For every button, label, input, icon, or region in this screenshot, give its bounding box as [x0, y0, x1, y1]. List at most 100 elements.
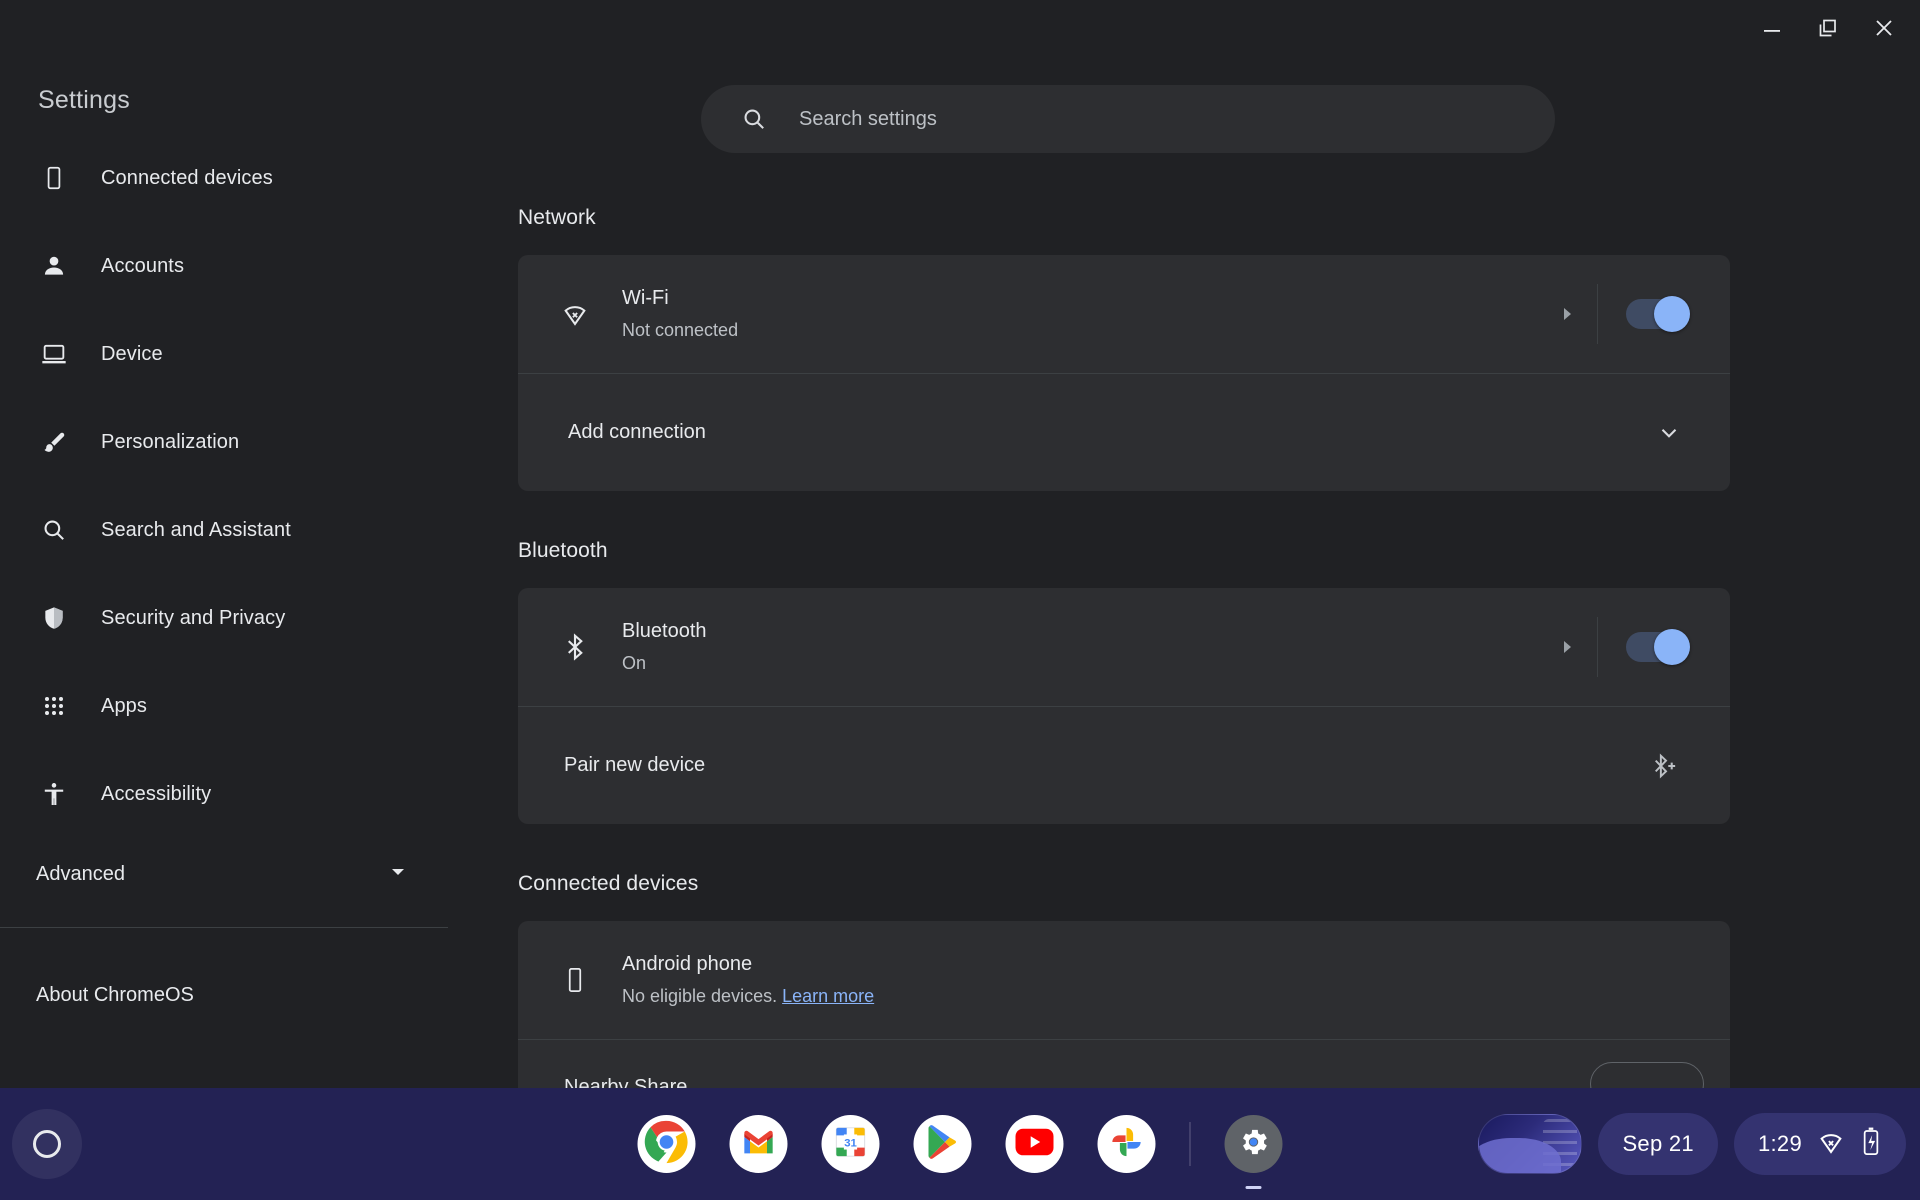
gmail-icon [742, 1129, 776, 1160]
add-connection-label: Add connection [568, 421, 706, 443]
page-title: Settings [0, 86, 448, 115]
sidebar-item-accounts[interactable]: Accounts [0, 241, 448, 291]
search-icon [34, 517, 74, 543]
bluetooth-subpage-arrow-icon[interactable] [1543, 639, 1591, 655]
settings-content: Network Wi-Fi Not connected [448, 206, 1920, 1135]
sidebar-item-security-and-privacy[interactable]: Security and Privacy [0, 593, 448, 643]
sidebar-divider [0, 927, 448, 928]
sidebar-item-connected-devices[interactable]: Connected devices [0, 153, 448, 203]
sidebar-item-accessibility[interactable]: Accessibility [0, 769, 448, 819]
chevron-down-icon [388, 862, 408, 887]
launcher-icon [33, 1130, 61, 1158]
sidebar-item-label: Accessibility [101, 783, 211, 806]
wifi-off-icon [544, 299, 606, 329]
sidebar-item-label: Personalization [101, 431, 239, 454]
chevron-down-icon[interactable] [1656, 420, 1682, 446]
tray-time: 1:29 [1758, 1131, 1802, 1157]
section-title-connected-devices: Connected devices [518, 872, 1920, 896]
person-icon [34, 253, 74, 279]
shelf-app-youtube[interactable] [1006, 1115, 1064, 1173]
bluetooth-toggle-knob [1654, 629, 1690, 665]
wifi-off-icon [1816, 1127, 1846, 1162]
sidebar-advanced-label: Advanced [36, 863, 125, 886]
sidebar-about-label: About ChromeOS [36, 984, 194, 1007]
bluetooth-status: On [622, 650, 1543, 677]
play-store-icon [927, 1125, 959, 1164]
chrome-icon [644, 1119, 690, 1170]
svg-text:31: 31 [844, 1137, 857, 1149]
section-title-bluetooth: Bluetooth [518, 539, 1920, 563]
sidebar-item-device[interactable]: Device [0, 329, 448, 379]
bluetooth-row[interactable]: Bluetooth On [518, 588, 1730, 706]
battery-charging-icon [1860, 1127, 1882, 1162]
wifi-text: Wi-Fi Not connected [622, 284, 1543, 344]
shelf-app-chrome[interactable] [638, 1115, 696, 1173]
minimize-button[interactable] [1744, 4, 1800, 52]
android-phone-name: Android phone [622, 950, 1704, 979]
youtube-icon [1016, 1128, 1054, 1161]
grid-apps-icon [34, 694, 74, 718]
restore-button[interactable] [1800, 4, 1856, 52]
wifi-row-divider [1597, 284, 1598, 344]
launcher-button[interactable] [12, 1109, 82, 1179]
bluetooth-card: Bluetooth On Pair new device [518, 588, 1730, 824]
pair-new-device-row[interactable]: Pair new device [518, 706, 1730, 824]
wifi-status: Not connected [622, 317, 1543, 344]
search-icon [741, 106, 767, 132]
bluetooth-row-divider [1597, 617, 1598, 677]
sidebar-item-search-and-assistant[interactable]: Search and Assistant [0, 505, 448, 555]
chromeos-settings-window: Settings Connected devices Accounts [0, 0, 1920, 1200]
date-tray-button[interactable]: Sep 21 [1598, 1113, 1718, 1175]
sidebar-item-label: Connected devices [101, 167, 273, 190]
shelf-app-list: 31 [638, 1115, 1283, 1173]
smartphone-icon [544, 966, 606, 994]
wifi-subpage-arrow-icon[interactable] [1543, 306, 1591, 322]
gear-icon [1237, 1125, 1271, 1164]
wifi-name: Wi-Fi [622, 284, 1543, 313]
smartphone-icon [34, 165, 74, 191]
window-titlebar [0, 0, 1920, 56]
bluetooth-name: Bluetooth [622, 617, 1543, 646]
calendar-icon: 31 [834, 1125, 868, 1164]
bluetooth-add-icon[interactable] [1650, 750, 1682, 782]
bluetooth-text: Bluetooth On [622, 617, 1543, 677]
shelf-app-play-store[interactable] [914, 1115, 972, 1173]
android-phone-status: No eligible devices. Learn more [622, 983, 1704, 1010]
wifi-row[interactable]: Wi-Fi Not connected [518, 255, 1730, 373]
shield-icon [34, 605, 74, 631]
shelf-app-gmail[interactable] [730, 1115, 788, 1173]
photos-icon [1110, 1125, 1144, 1164]
sidebar-item-about-chromeos[interactable]: About ChromeOS [0, 970, 448, 1020]
wifi-toggle[interactable] [1626, 299, 1688, 329]
search-input[interactable]: Search settings [701, 85, 1555, 153]
close-button[interactable] [1856, 4, 1912, 52]
learn-more-link[interactable]: Learn more [782, 986, 874, 1006]
add-connection-row[interactable]: Add connection [518, 373, 1730, 491]
wallpaper-preview-button[interactable] [1478, 1114, 1582, 1174]
pair-new-device-text: Pair new device [564, 754, 1650, 777]
shelf: 31 [0, 1088, 1920, 1200]
status-tray-button[interactable]: 1:29 [1734, 1113, 1906, 1175]
running-indicator [1246, 1186, 1262, 1189]
sidebar-item-personalization[interactable]: Personalization [0, 417, 448, 467]
sidebar-item-label: Security and Privacy [101, 607, 285, 630]
shelf-app-settings[interactable] [1225, 1115, 1283, 1173]
pair-new-device-label: Pair new device [564, 754, 705, 776]
shelf-app-calendar[interactable]: 31 [822, 1115, 880, 1173]
settings-main: Search settings Network Wi-Fi [448, 56, 1920, 1144]
sidebar-item-label: Apps [101, 695, 147, 718]
android-phone-status-text: No eligible devices. [622, 986, 777, 1006]
settings-body: Settings Connected devices Accounts [0, 56, 1920, 1144]
brush-icon [34, 429, 74, 456]
android-phone-row[interactable]: Android phone No eligible devices. Learn… [518, 921, 1730, 1039]
laptop-icon [34, 340, 74, 368]
sidebar-advanced-toggle[interactable]: Advanced [0, 851, 448, 897]
bluetooth-toggle[interactable] [1626, 632, 1688, 662]
android-phone-text: Android phone No eligible devices. Learn… [622, 950, 1704, 1010]
system-tray: Sep 21 1:29 [1478, 1113, 1906, 1175]
shelf-app-photos[interactable] [1098, 1115, 1156, 1173]
network-card: Wi-Fi Not connected Add conn [518, 255, 1730, 491]
wifi-toggle-knob [1654, 296, 1690, 332]
sidebar-item-label: Accounts [101, 255, 184, 278]
sidebar-item-apps[interactable]: Apps [0, 681, 448, 731]
